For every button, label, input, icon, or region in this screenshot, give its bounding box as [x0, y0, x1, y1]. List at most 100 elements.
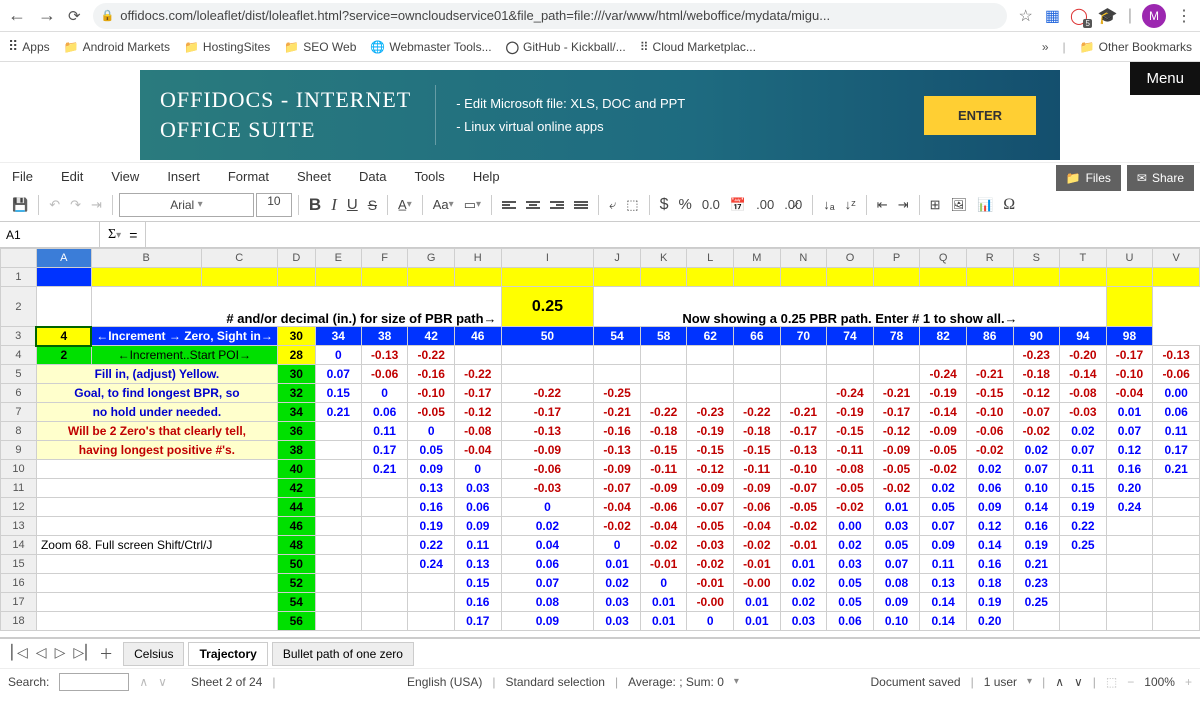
data-cell[interactable]: -0.04 — [454, 441, 501, 460]
data-cell[interactable] — [361, 536, 408, 555]
data-cell[interactable]: 0.22 — [1060, 517, 1107, 536]
data-cell[interactable] — [920, 346, 967, 365]
data-cell[interactable]: 0.20 — [1106, 479, 1153, 498]
data-cell[interactable]: 0.02 — [594, 574, 641, 593]
data-cell[interactable]: -0.17 — [780, 422, 827, 441]
data-cell[interactable]: 0 — [501, 498, 594, 517]
row-header-10[interactable]: 10 — [1, 460, 37, 479]
row-header-18[interactable]: 18 — [1, 612, 37, 631]
data-cell[interactable]: 0.23 — [1013, 574, 1060, 593]
data-cell[interactable]: 0.12 — [966, 517, 1013, 536]
data-cell[interactable]: 0.10 — [1013, 479, 1060, 498]
data-cell[interactable]: 0.01 — [640, 593, 687, 612]
data-cell[interactable]: -0.02 — [734, 536, 781, 555]
data-cell[interactable]: -0.13 — [780, 441, 827, 460]
data-cell[interactable] — [780, 346, 827, 365]
share-button[interactable]: ✉Share — [1127, 165, 1194, 191]
data-cell[interactable]: -0.11 — [734, 460, 781, 479]
data-cell[interactable]: 0.21 — [1153, 460, 1200, 479]
data-cell[interactable]: 0 — [315, 346, 361, 365]
row-header-6[interactable]: 6 — [1, 384, 37, 403]
data-cell[interactable]: -0.21 — [966, 365, 1013, 384]
align-center-icon[interactable] — [522, 199, 544, 211]
forward-button[interactable]: → — [38, 5, 56, 26]
insert-image-icon[interactable]: 🖼 — [947, 195, 972, 215]
add-decimal-icon[interactable]: .00 — [752, 195, 778, 214]
data-cell[interactable]: -0.10 — [408, 384, 455, 403]
name-box[interactable]: A1 — [0, 222, 100, 247]
chart-icon[interactable]: 📊 — [973, 195, 997, 215]
data-cell[interactable]: -0.04 — [734, 517, 781, 536]
data-cell[interactable]: -0.13 — [594, 441, 641, 460]
menu-edit[interactable]: Edit — [61, 169, 83, 184]
range-start[interactable]: 38 — [277, 441, 315, 460]
data-cell[interactable]: -0.05 — [827, 479, 874, 498]
data-cell[interactable]: -0.14 — [1060, 365, 1107, 384]
data-cell[interactable]: -0.02 — [920, 460, 967, 479]
data-cell[interactable]: -0.22 — [454, 365, 501, 384]
strike-button[interactable]: S — [364, 195, 381, 215]
data-cell[interactable]: 0.01 — [734, 612, 781, 631]
data-cell[interactable]: 0.07 — [1013, 460, 1060, 479]
data-cell[interactable]: 0.19 — [1013, 536, 1060, 555]
data-cell[interactable] — [315, 536, 361, 555]
data-cell[interactable]: -0.24 — [920, 365, 967, 384]
data-cell[interactable]: 0.06 — [966, 479, 1013, 498]
data-cell[interactable]: -0.01 — [734, 555, 781, 574]
data-cell[interactable]: 0.11 — [1153, 422, 1200, 441]
col-header-V[interactable]: V — [1153, 249, 1200, 268]
data-cell[interactable]: -0.17 — [873, 403, 920, 422]
hamburger-menu[interactable]: Menu — [1130, 62, 1200, 95]
data-cell[interactable]: -0.22 — [408, 346, 455, 365]
range-start[interactable]: 44 — [277, 498, 315, 517]
data-cell[interactable]: -0.08 — [827, 460, 874, 479]
data-cell[interactable]: 0.16 — [408, 498, 455, 517]
data-cell[interactable] — [640, 346, 687, 365]
formula-input[interactable] — [145, 222, 870, 247]
data-cell[interactable]: 0.02 — [501, 517, 594, 536]
data-cell[interactable]: 0 — [454, 460, 501, 479]
data-cell[interactable]: -0.07 — [687, 498, 734, 517]
range-start[interactable]: 50 — [277, 555, 315, 574]
back-button[interactable]: ← — [8, 5, 26, 26]
data-cell[interactable]: 0.11 — [454, 536, 501, 555]
data-cell[interactable]: -0.06 — [966, 422, 1013, 441]
data-cell[interactable]: 0.15 — [1060, 479, 1107, 498]
data-cell[interactable] — [315, 441, 361, 460]
data-cell[interactable]: -0.19 — [827, 403, 874, 422]
reload-button[interactable]: ⟳ — [68, 7, 81, 25]
data-cell[interactable]: 0.09 — [454, 517, 501, 536]
data-cell[interactable]: 0.10 — [873, 612, 920, 631]
data-cell[interactable]: 0.16 — [966, 555, 1013, 574]
data-cell[interactable] — [1153, 555, 1200, 574]
data-cell[interactable] — [1153, 593, 1200, 612]
data-cell[interactable] — [1153, 498, 1200, 517]
data-cell[interactable]: 0.24 — [408, 555, 455, 574]
menu-view[interactable]: View — [111, 169, 139, 184]
poi-start-value[interactable]: 28 — [277, 346, 315, 365]
data-cell[interactable] — [1153, 612, 1200, 631]
data-cell[interactable]: -0.22 — [734, 403, 781, 422]
data-cell[interactable]: -0.18 — [734, 422, 781, 441]
data-cell[interactable] — [1106, 536, 1153, 555]
data-cell[interactable]: -0.05 — [920, 441, 967, 460]
data-cell[interactable]: 0.16 — [454, 593, 501, 612]
data-cell[interactable]: -0.09 — [640, 479, 687, 498]
row-header-14[interactable]: 14 — [1, 536, 37, 555]
data-cell[interactable]: 0.01 — [594, 555, 641, 574]
data-cell[interactable]: -0.00 — [687, 593, 734, 612]
data-cell[interactable] — [687, 346, 734, 365]
remove-decimal-icon[interactable]: .0̷0 — [780, 195, 806, 214]
equals-icon[interactable]: = — [129, 227, 137, 243]
undo-icon[interactable]: ↶ — [45, 195, 64, 215]
data-cell[interactable]: 0.21 — [315, 403, 361, 422]
data-cell[interactable]: -0.15 — [734, 441, 781, 460]
data-cell[interactable]: -0.21 — [873, 384, 920, 403]
bookmark-github[interactable]: ◯GitHub - Kickball/... — [506, 40, 626, 54]
data-cell[interactable]: 0.02 — [780, 574, 827, 593]
data-cell[interactable]: 0.09 — [873, 593, 920, 612]
data-cell[interactable]: -0.12 — [1013, 384, 1060, 403]
col-header-R[interactable]: R — [966, 249, 1013, 268]
data-cell[interactable] — [361, 555, 408, 574]
data-cell[interactable] — [873, 365, 920, 384]
